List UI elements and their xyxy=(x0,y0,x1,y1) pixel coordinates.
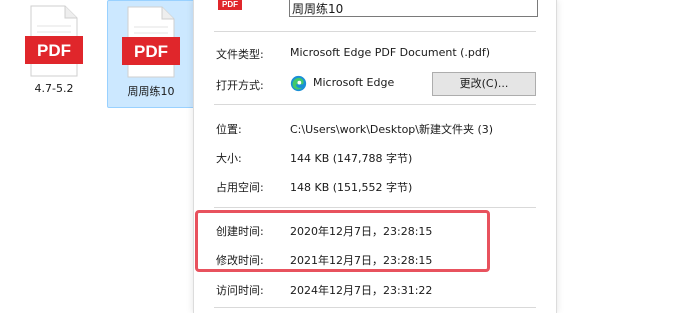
location-label: 位置: xyxy=(216,123,242,136)
file-type-value: Microsoft Edge PDF Document (.pdf) xyxy=(290,46,491,59)
desktop-file-pdf-1[interactable]: PDF 4.7-5.2 xyxy=(10,0,98,108)
change-button[interactable]: 更改(C)... xyxy=(432,72,536,96)
pdf-file-icon: PDF xyxy=(25,5,83,77)
accessed-value: 2024年12月7日，23:31:22 xyxy=(290,284,433,297)
svg-text:PDF: PDF xyxy=(37,41,71,60)
file-name-input[interactable]: 周周练10 xyxy=(289,0,538,17)
svg-text:PDF: PDF xyxy=(134,42,168,61)
file-label: 4.7-5.2 xyxy=(34,82,74,95)
size-value: 144 KB (147,788 字节) xyxy=(290,152,413,165)
file-type-label: 文件类型: xyxy=(216,48,264,61)
file-label: 周周练10 xyxy=(127,85,175,98)
divider xyxy=(214,31,536,32)
highlight-annotation xyxy=(195,210,490,272)
location-value: C:\Users\work\Desktop\新建文件夹 (3) xyxy=(290,123,494,136)
pdf-file-icon-small: PDF xyxy=(218,0,242,10)
edge-browser-icon xyxy=(290,75,307,92)
divider xyxy=(214,104,536,105)
opens-with-label: 打开方式: xyxy=(216,79,264,92)
pdf-file-icon: PDF xyxy=(122,6,180,78)
divider xyxy=(214,307,536,308)
size-on-disk-value: 148 KB (151,552 字节) xyxy=(290,181,413,194)
divider xyxy=(214,207,536,208)
opens-with-app: Microsoft Edge xyxy=(313,76,395,89)
size-on-disk-label: 占用空间: xyxy=(216,181,264,194)
size-label: 大小: xyxy=(216,152,242,165)
desktop-file-pdf-2[interactable]: PDF 周周练10 xyxy=(107,0,195,108)
svg-text:PDF: PDF xyxy=(222,0,238,9)
accessed-label: 访问时间: xyxy=(216,284,264,297)
